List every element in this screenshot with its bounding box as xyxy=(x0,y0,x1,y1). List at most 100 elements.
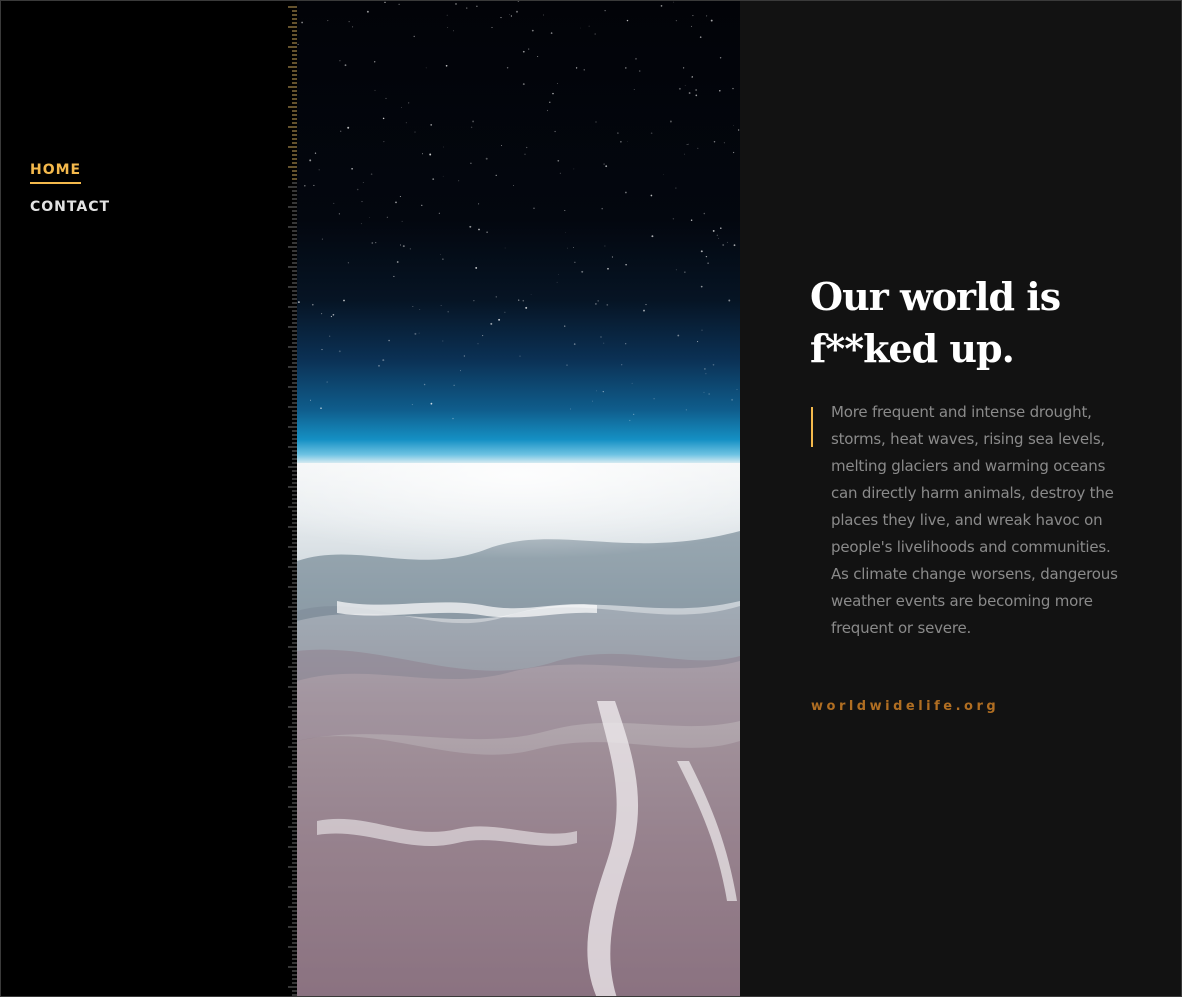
star xyxy=(383,141,385,143)
nav-item-contact[interactable]: CONTACT xyxy=(30,198,110,216)
star xyxy=(663,173,664,175)
star xyxy=(682,67,685,69)
star xyxy=(554,130,556,133)
star xyxy=(651,235,654,238)
star xyxy=(604,10,606,12)
star xyxy=(699,36,702,38)
star xyxy=(686,144,688,145)
star xyxy=(712,229,715,232)
star xyxy=(594,302,597,305)
star xyxy=(625,343,627,345)
nav-item-home[interactable]: HOME xyxy=(30,161,82,184)
star xyxy=(490,322,493,325)
star xyxy=(678,87,681,90)
star xyxy=(442,175,444,177)
star xyxy=(438,212,440,214)
star xyxy=(425,67,427,69)
star xyxy=(707,262,709,265)
star xyxy=(732,87,734,90)
star xyxy=(733,244,736,247)
star xyxy=(399,195,401,198)
star xyxy=(611,256,613,258)
star xyxy=(320,407,322,410)
star xyxy=(348,21,350,23)
star xyxy=(430,124,433,126)
star xyxy=(710,19,713,22)
star xyxy=(533,207,535,209)
star xyxy=(472,120,475,123)
star xyxy=(374,61,376,63)
star xyxy=(703,212,706,215)
star xyxy=(375,242,377,244)
star xyxy=(691,25,693,27)
star xyxy=(595,121,597,123)
star xyxy=(370,173,373,175)
source-link[interactable]: worldwidelife.org xyxy=(811,699,999,714)
star xyxy=(625,67,627,69)
star xyxy=(382,117,385,120)
star xyxy=(411,403,413,405)
star xyxy=(440,254,441,255)
star xyxy=(701,329,703,331)
star xyxy=(516,10,518,13)
star xyxy=(401,106,402,108)
star xyxy=(697,147,699,149)
star xyxy=(347,262,350,264)
star xyxy=(491,27,493,28)
star xyxy=(338,213,340,215)
star xyxy=(602,390,604,393)
star xyxy=(570,408,571,410)
star xyxy=(418,332,420,334)
star xyxy=(347,126,350,129)
star xyxy=(321,349,323,351)
star xyxy=(573,343,576,345)
star xyxy=(564,325,566,327)
star xyxy=(530,294,532,295)
star xyxy=(733,125,735,126)
star xyxy=(719,57,722,59)
star xyxy=(695,89,697,91)
star xyxy=(650,132,653,135)
star xyxy=(486,231,488,233)
star xyxy=(596,390,597,392)
star xyxy=(470,162,472,165)
star xyxy=(537,55,539,57)
star xyxy=(466,7,468,9)
star xyxy=(399,244,402,246)
star xyxy=(703,391,705,393)
star xyxy=(421,204,423,206)
star xyxy=(340,130,342,132)
quote-accent-bar xyxy=(811,407,813,447)
star xyxy=(685,409,687,411)
star xyxy=(691,76,693,78)
star xyxy=(414,332,417,335)
star xyxy=(314,152,317,154)
star xyxy=(594,33,596,35)
star xyxy=(398,3,400,5)
star xyxy=(643,309,645,312)
star xyxy=(522,299,525,302)
star xyxy=(419,309,421,311)
star xyxy=(692,15,694,17)
star xyxy=(600,336,602,338)
star xyxy=(675,269,677,271)
star xyxy=(675,187,677,189)
star xyxy=(695,94,698,97)
star xyxy=(603,163,605,165)
star xyxy=(510,15,512,17)
star xyxy=(546,109,549,112)
star xyxy=(453,30,455,32)
star xyxy=(447,26,449,29)
star xyxy=(722,244,725,246)
quote-text: More frequent and intense drought, storm… xyxy=(831,403,1118,637)
star xyxy=(384,1,386,4)
star xyxy=(525,306,528,309)
star xyxy=(313,184,315,186)
star xyxy=(645,304,647,306)
star xyxy=(401,220,403,222)
star xyxy=(386,216,388,218)
star xyxy=(719,90,721,92)
star xyxy=(452,417,454,420)
star xyxy=(369,217,370,218)
quote-block: More frequent and intense drought, storm… xyxy=(811,399,1131,642)
